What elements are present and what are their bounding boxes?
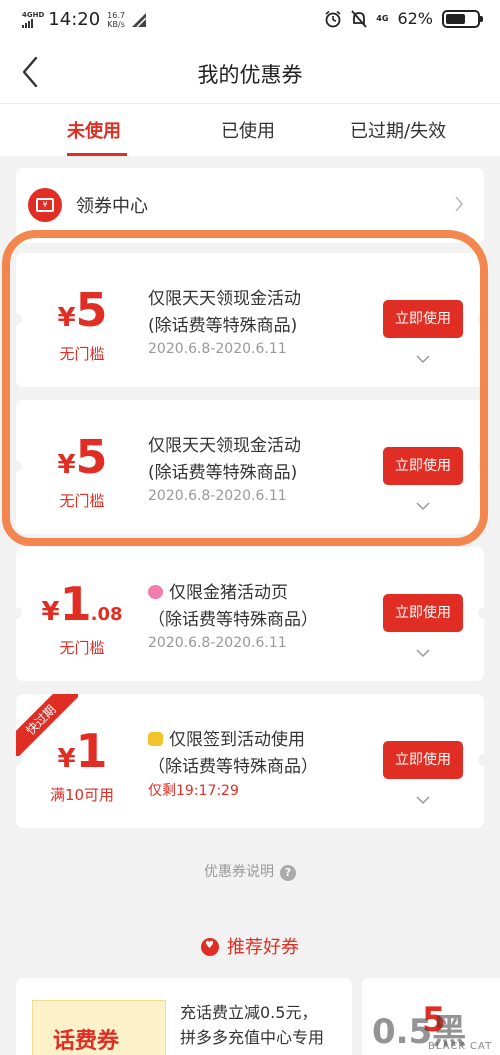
coupon-date: 2020.6.8-2020.6.11 — [148, 488, 287, 504]
use-now-button[interactable]: 立即使用 — [383, 447, 463, 485]
status-right: 4G 62% — [324, 9, 483, 28]
yen-symbol: ¥ — [41, 597, 60, 627]
coupon-card: 快过期 ¥1 满10可用 仅限签到活动使用 （除话费等特殊商品） 仅剩19:17… — [10, 694, 490, 828]
coupon-card: ¥1.08 无门槛 仅限金猪活动页 （除话费等特殊商品） 2020.6.8-20… — [10, 547, 490, 681]
mute-icon — [351, 9, 367, 28]
coupon-card: ¥5 无门槛 仅限天天领现金活动 (除话费等特殊商品) 2020.6.8-202… — [10, 400, 490, 534]
calendar-check-icon — [148, 732, 163, 746]
chevron-down-icon[interactable] — [415, 354, 431, 364]
coupon-subtitle: (除话费等特殊商品) — [148, 463, 298, 483]
coupon-condition: 无门槛 — [59, 492, 105, 510]
use-now-button[interactable]: 立即使用 — [383, 594, 463, 632]
chevron-down-icon[interactable] — [415, 648, 431, 658]
speed-unit: KB/s — [107, 19, 125, 29]
chevron-down-icon[interactable] — [415, 795, 431, 805]
coupon-subtitle: (除话费等特殊商品) — [148, 316, 298, 336]
network-type-right: 4G — [376, 14, 389, 23]
coupon-condition: 满10可用 — [49, 786, 115, 804]
active-tab-indicator — [67, 153, 127, 156]
coupon-title: 仅限金猪活动页 — [148, 578, 288, 603]
coupon-center-icon: ¥ — [28, 188, 62, 222]
recommend-title: 推荐好券 — [0, 933, 500, 959]
coupon-amount: ¥5 — [16, 430, 148, 484]
help-icon: ? — [280, 865, 296, 881]
coupon-explanation-label: 优惠券说明 — [204, 864, 274, 880]
tab-used[interactable]: 已使用 — [221, 117, 275, 143]
battery-level — [446, 13, 465, 24]
coupon-countdown: 仅剩19:17:29 — [148, 783, 239, 799]
yen-symbol: ¥ — [57, 303, 76, 333]
coupon-subtitle: （除话费等特殊商品） — [148, 610, 318, 630]
nav-bar: 我的优惠券 — [0, 40, 500, 104]
pig-icon — [148, 585, 163, 599]
coupon-center-entry[interactable]: ¥ 领券中心 — [16, 168, 484, 243]
battery-icon — [442, 9, 483, 28]
network-type: 4GHD — [22, 11, 45, 19]
speed-value: 16.7 — [107, 10, 125, 20]
coupon-title-text: 仅限签到活动使用 — [169, 730, 305, 750]
status-bar: 4GHD 14:20 16.7 KB/s 4G 62% — [0, 0, 500, 40]
amount-value: 1 — [75, 724, 108, 778]
coupon-title: 仅限天天领现金活动 — [148, 289, 301, 309]
watermark-sub: BLACK CAT — [428, 1041, 493, 1052]
phone-bill-coupon-image-text: 话费券 — [53, 1029, 120, 1054]
phone-bill-coupon-image: 话费券 — [32, 1000, 166, 1055]
battery-percent: 62% — [397, 9, 433, 28]
amount-value: 5 — [75, 430, 108, 484]
coupon-amount: ¥1 — [16, 724, 148, 778]
recommend-line-1: 充话费立减0.5元， — [180, 1003, 318, 1022]
heart-icon — [201, 938, 219, 956]
coupon-date: 2020.6.8-2020.6.11 — [148, 635, 287, 651]
tab-unused[interactable]: 未使用 — [67, 117, 121, 143]
coupon-explanation-link[interactable]: 优惠券说明? — [0, 861, 500, 881]
coupon-center-icon-text: ¥ — [36, 198, 54, 212]
page-title: 我的优惠券 — [197, 63, 303, 87]
alarm-icon — [325, 10, 341, 27]
data-saver-icon — [131, 12, 147, 28]
coupon-card: ¥5 无门槛 仅限天天领现金活动 (除话费等特殊商品) 2020.6.8-202… — [10, 253, 490, 387]
signal-icon: 4GHD — [22, 11, 44, 28]
tab-expired[interactable]: 已过期/失效 — [350, 117, 446, 143]
coupon-date: 2020.6.8-2020.6.11 — [148, 341, 287, 357]
amount-value: 1 — [59, 577, 92, 631]
status-left: 4GHD 14:20 16.7 KB/s — [22, 9, 147, 30]
amount-decimal: .08 — [90, 604, 123, 625]
chevron-down-icon[interactable] — [415, 501, 431, 511]
coupon-condition: 无门槛 — [59, 639, 105, 657]
recommend-title-text: 推荐好券 — [227, 937, 299, 958]
use-now-button[interactable]: 立即使用 — [383, 741, 463, 779]
chevron-right-icon — [455, 196, 464, 212]
coupon-title-text: 仅限金猪活动页 — [169, 583, 288, 603]
coupon-center-label: 领券中心 — [76, 196, 148, 217]
coupon-title: 仅限天天领现金活动 — [148, 436, 301, 456]
recommend-line-2: 拼多多充值中心专用 — [180, 1028, 325, 1047]
tab-bar: 未使用 已使用 已过期/失效 — [0, 104, 500, 156]
yen-symbol: ¥ — [57, 450, 76, 480]
network-speed: 16.7 KB/s — [107, 11, 125, 29]
coupon-amount: ¥5 — [16, 283, 148, 337]
amount-value: 5 — [75, 283, 108, 337]
use-now-button[interactable]: 立即使用 — [383, 300, 463, 338]
recommended-coupon-card[interactable]: 话费券 充话费立减0.5元， 拼多多充值中心专用 — [16, 978, 352, 1055]
status-time: 14:20 — [48, 9, 101, 30]
coupon-amount: ¥1.08 — [16, 577, 148, 631]
coupon-title: 仅限签到活动使用 — [148, 725, 305, 750]
yen-symbol: ¥ — [57, 744, 76, 774]
coupon-condition: 无门槛 — [59, 345, 105, 363]
coupon-subtitle: （除话费等特殊商品） — [148, 757, 318, 777]
